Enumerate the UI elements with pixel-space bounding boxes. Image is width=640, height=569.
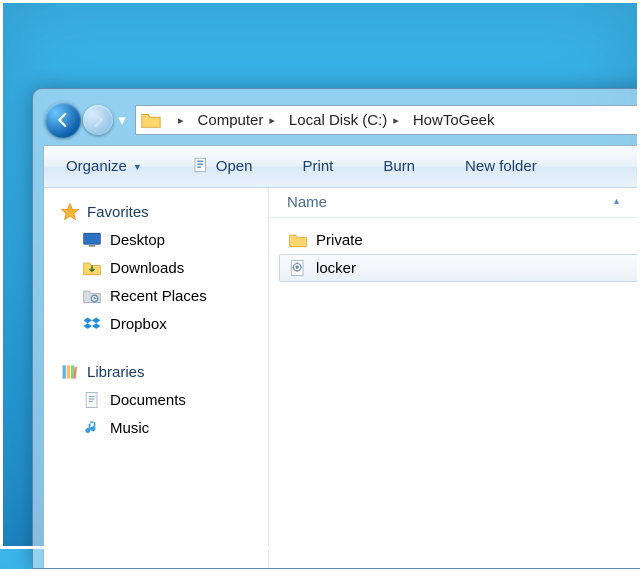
breadcrumb-item[interactable]: Local Disk (C:)▸ bbox=[281, 106, 405, 134]
explorer-window: ▾ ▸ Computer▸ Local Disk (C:)▸ HowToGeek… bbox=[32, 88, 640, 569]
chevron-down-icon: ▼ bbox=[133, 162, 142, 172]
open-label: Open bbox=[216, 158, 253, 175]
sidebar-item-label: Documents bbox=[110, 392, 186, 409]
libraries-header[interactable]: Libraries bbox=[50, 358, 268, 386]
client-area: Organize ▼ Open Print Burn New folder bbox=[43, 145, 640, 568]
nav-history-dropdown[interactable]: ▾ bbox=[115, 105, 129, 135]
sidebar-item-label: Desktop bbox=[110, 232, 165, 249]
sidebar-item-music[interactable]: Music bbox=[50, 414, 268, 442]
dropbox-icon bbox=[82, 314, 102, 334]
favorites-header[interactable]: Favorites bbox=[50, 198, 268, 226]
print-button[interactable]: Print bbox=[289, 154, 348, 179]
sidebar-item-desktop[interactable]: Desktop bbox=[50, 226, 268, 254]
folder-icon bbox=[288, 230, 308, 250]
breadcrumb-label: HowToGeek bbox=[413, 112, 495, 129]
column-label: Name bbox=[287, 194, 327, 211]
burn-button[interactable]: Burn bbox=[369, 154, 429, 179]
column-header-name[interactable]: Name ▴ bbox=[269, 188, 640, 218]
sidebar-item-label: Downloads bbox=[110, 260, 184, 277]
arrow-right-icon bbox=[89, 111, 107, 129]
back-button[interactable] bbox=[45, 102, 81, 138]
favorites-label: Favorites bbox=[87, 204, 149, 221]
new-folder-label: New folder bbox=[465, 158, 537, 175]
list-item[interactable]: locker bbox=[279, 254, 640, 282]
sidebar-item-label: Dropbox bbox=[110, 316, 167, 333]
organize-label: Organize bbox=[66, 158, 127, 175]
batch-file-icon bbox=[288, 258, 308, 278]
content-pane: Name ▴ Private locker bbox=[269, 188, 640, 568]
list-item[interactable]: Private bbox=[279, 226, 640, 254]
downloads-folder-icon bbox=[82, 258, 102, 278]
body: Favorites Desktop Downloads Recent Place… bbox=[44, 188, 640, 568]
breadcrumb-item[interactable]: HowToGeek bbox=[405, 106, 501, 134]
print-label: Print bbox=[303, 158, 334, 175]
new-folder-button[interactable]: New folder bbox=[451, 154, 551, 179]
breadcrumb-item[interactable]: Computer▸ bbox=[190, 106, 281, 134]
breadcrumb-root-dropdown[interactable]: ▸ bbox=[164, 106, 190, 134]
organize-button[interactable]: Organize ▼ bbox=[52, 154, 156, 179]
sidebar-item-label: Recent Places bbox=[110, 288, 207, 305]
recent-places-icon bbox=[82, 286, 102, 306]
open-button[interactable]: Open bbox=[178, 152, 267, 182]
music-icon bbox=[82, 418, 102, 438]
burn-label: Burn bbox=[383, 158, 415, 175]
item-name: Private bbox=[316, 232, 363, 249]
breadcrumb-label: Local Disk (C:) bbox=[289, 112, 387, 129]
command-bar: Organize ▼ Open Print Burn New folder bbox=[44, 146, 640, 188]
file-list: Private locker bbox=[269, 218, 640, 290]
sidebar-item-label: Music bbox=[110, 420, 149, 437]
arrow-left-icon bbox=[54, 111, 72, 129]
documents-icon bbox=[82, 390, 102, 410]
sidebar-item-downloads[interactable]: Downloads bbox=[50, 254, 268, 282]
libraries-label: Libraries bbox=[87, 364, 145, 381]
navigation-pane: Favorites Desktop Downloads Recent Place… bbox=[44, 188, 269, 568]
forward-button[interactable] bbox=[83, 105, 113, 135]
item-name: locker bbox=[316, 260, 356, 277]
star-icon bbox=[60, 202, 80, 222]
open-file-icon bbox=[192, 156, 210, 178]
folder-icon bbox=[140, 109, 162, 131]
sort-ascending-icon: ▴ bbox=[614, 196, 619, 207]
libraries-icon bbox=[60, 362, 80, 382]
sidebar-item-documents[interactable]: Documents bbox=[50, 386, 268, 414]
breadcrumb-bar[interactable]: ▸ Computer▸ Local Disk (C:)▸ HowToGeek bbox=[135, 105, 640, 135]
desktop-icon bbox=[82, 230, 102, 250]
sidebar-item-recent-places[interactable]: Recent Places bbox=[50, 282, 268, 310]
breadcrumb-label: Computer bbox=[198, 112, 264, 129]
nav-row: ▾ ▸ Computer▸ Local Disk (C:)▸ HowToGeek bbox=[43, 99, 640, 141]
sidebar-item-dropbox[interactable]: Dropbox bbox=[50, 310, 268, 338]
